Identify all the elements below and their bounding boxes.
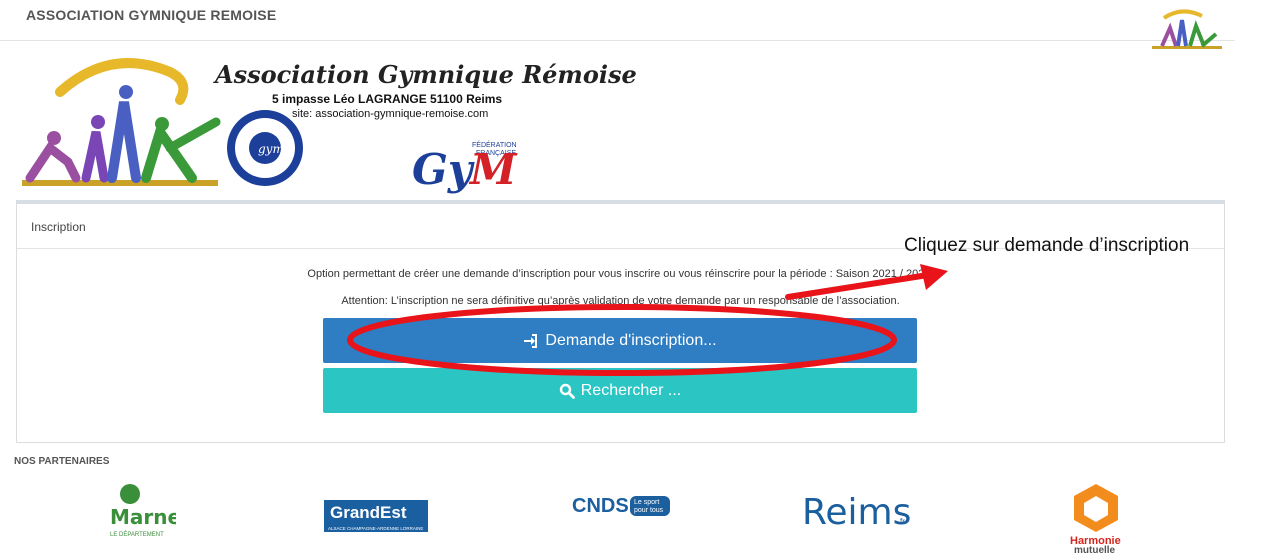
- svg-text:ALSACE CHAMPAGNE-ARDENNE LORRA: ALSACE CHAMPAGNE-ARDENNE LORRAINE: [328, 526, 423, 531]
- svg-text:fr: fr: [900, 517, 905, 526]
- partner-logo-marne[interactable]: Marne LE DÉPARTEMENT: [96, 482, 176, 542]
- annotation-arrow-head: [920, 264, 948, 290]
- svg-text:Le sport: Le sport: [634, 499, 659, 506]
- annotation-arrow-shaft: [785, 272, 931, 300]
- annotation-overlay: [347, 264, 948, 376]
- svg-text:Reims: Reims: [802, 492, 910, 533]
- partner-logo-harmonie[interactable]: Harmonie mutuelle: [1066, 480, 1126, 554]
- svg-text:Marne: Marne: [110, 505, 176, 529]
- partner-logo-reims[interactable]: Reims fr: [800, 482, 910, 542]
- annotation-callout: Cliquez sur demande d’inscription: [904, 235, 1190, 256]
- partners-title: NOS PARTENAIRES: [14, 456, 110, 467]
- svg-text:GrandEst: GrandEst: [330, 503, 407, 522]
- svg-text:LE DÉPARTEMENT: LE DÉPARTEMENT: [110, 531, 164, 538]
- svg-text:pour tous: pour tous: [634, 507, 664, 514]
- highlight-ellipse: [347, 304, 897, 376]
- svg-text:CNDS: CNDS: [572, 495, 629, 517]
- partner-logo-grandest[interactable]: GrandEst ALSACE CHAMPAGNE-ARDENNE LORRAI…: [324, 482, 428, 542]
- svg-text:mutuelle: mutuelle: [1074, 545, 1116, 554]
- partner-logo-cnds[interactable]: CNDS Le sport pour tous: [562, 482, 692, 542]
